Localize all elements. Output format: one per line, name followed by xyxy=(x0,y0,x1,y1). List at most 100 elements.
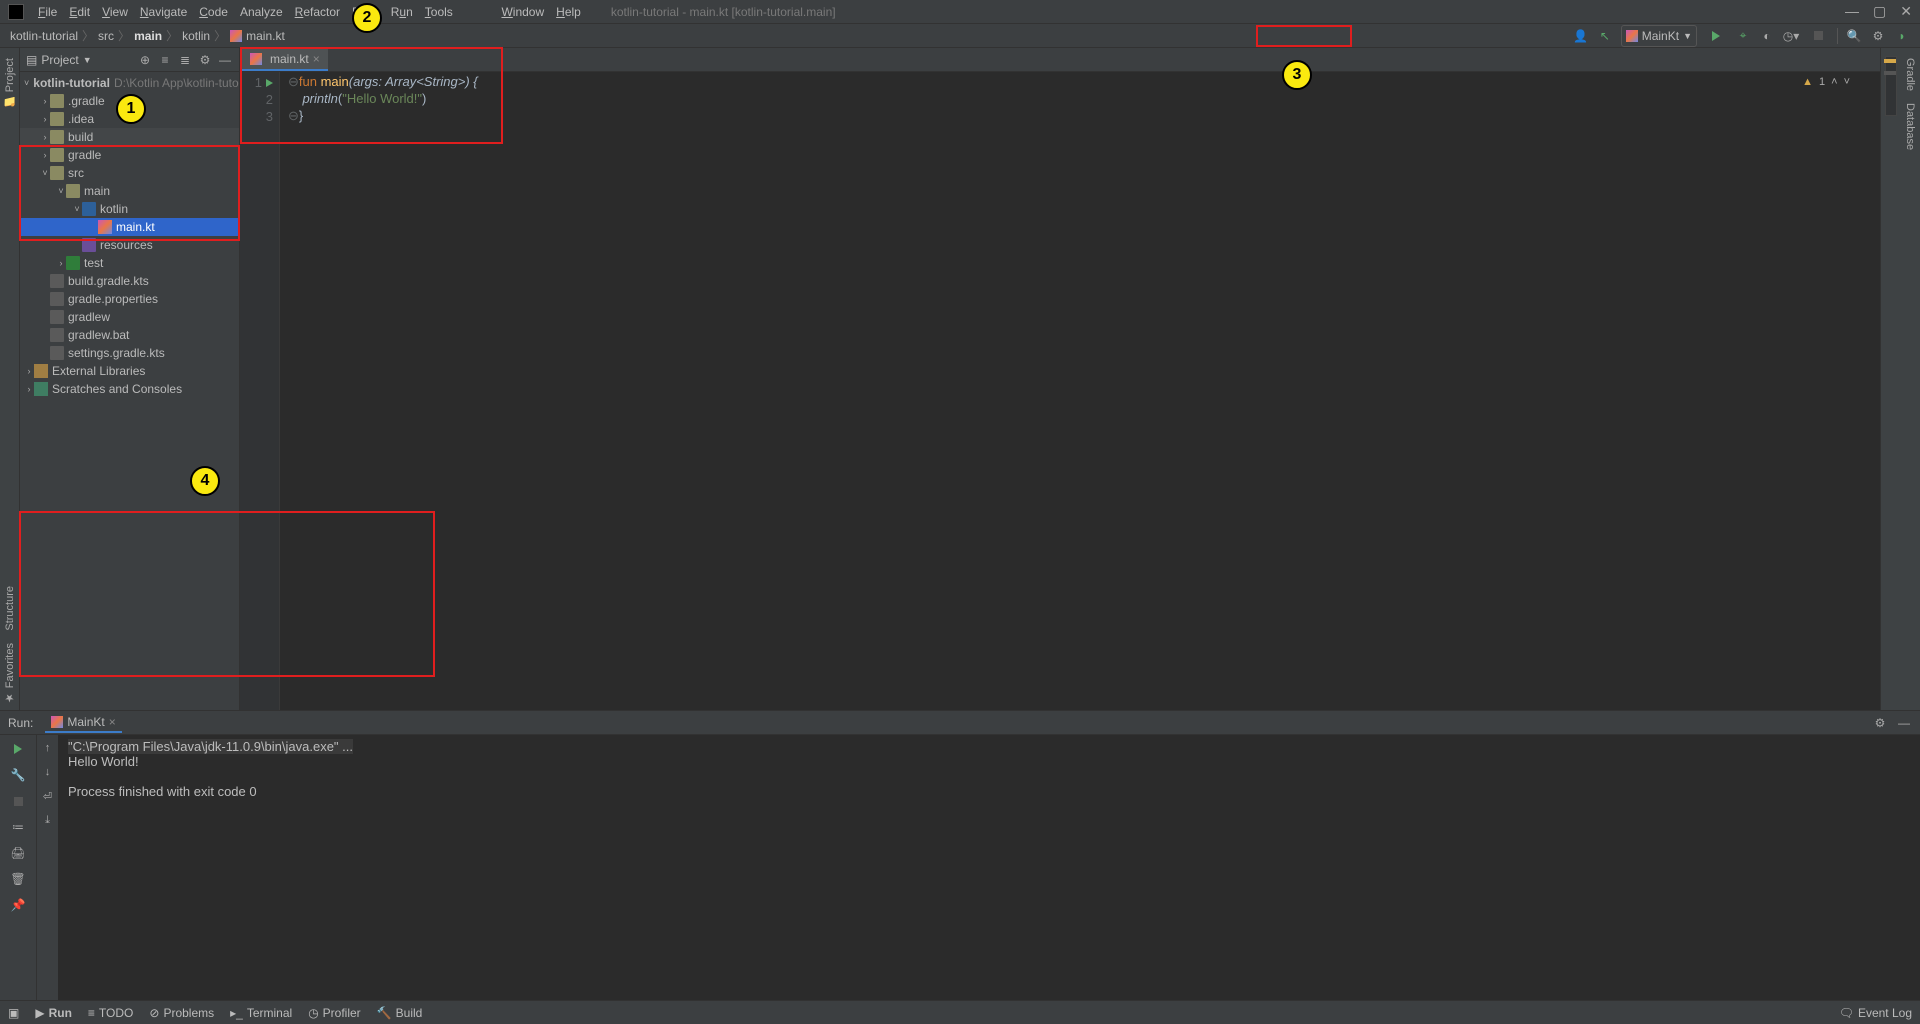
scratches-icon xyxy=(34,382,48,396)
wrap-icon[interactable]: ⏎ xyxy=(39,787,57,805)
notification-shield-icon[interactable]: ◗ xyxy=(1894,28,1910,44)
tree-extlib[interactable]: ›External Libraries xyxy=(20,362,239,380)
up-trace-icon[interactable]: ↑ xyxy=(39,739,57,757)
run-configuration-selector[interactable]: MainKt ▼ xyxy=(1621,25,1697,47)
tree-gradleprops[interactable]: gradle.properties xyxy=(20,290,239,308)
tree-gradlewbat[interactable]: gradlew.bat xyxy=(20,326,239,344)
tree-src[interactable]: ˅src xyxy=(20,164,239,182)
code-area[interactable]: ⊖fun main(args: Array<String>) { println… xyxy=(280,72,478,710)
tool-window-quick-access[interactable]: ▣ xyxy=(8,1006,19,1020)
close-icon[interactable]: ✕ xyxy=(1900,3,1912,20)
run-tab-mainkt[interactable]: MainKt × xyxy=(45,713,121,733)
sb-build[interactable]: 🔨 Build xyxy=(377,1006,423,1020)
menu-help[interactable]: Help xyxy=(550,5,587,19)
debug-button[interactable]: ⌖ xyxy=(1735,28,1751,44)
menu-refactor[interactable]: Refactor xyxy=(289,5,346,19)
sb-problems[interactable]: ⊘ Problems xyxy=(149,1006,214,1020)
run-exit-line: Process finished with exit code 0 xyxy=(68,784,1910,799)
coverage-button[interactable]: ◐ xyxy=(1759,28,1775,44)
tree-resources[interactable]: resources xyxy=(20,236,239,254)
editor-area: main.kt × 1 2 3 ⊖fun main(args: Array<St… xyxy=(240,48,1880,710)
layout-icon[interactable]: ≔ xyxy=(8,817,28,837)
inspection-widget[interactable]: ▲1 ˄ ˅ xyxy=(1802,76,1850,88)
editor-body[interactable]: 1 2 3 ⊖fun main(args: Array<String>) { p… xyxy=(240,72,1880,710)
maximize-icon[interactable]: ▢ xyxy=(1873,3,1886,20)
search-everywhere-icon[interactable]: 🔍 xyxy=(1846,28,1862,44)
close-run-tab-icon[interactable]: × xyxy=(109,715,116,729)
menu-code[interactable]: Code xyxy=(193,5,234,19)
down-trace-icon[interactable]: ↓ xyxy=(39,763,57,781)
pin-icon[interactable]: 📌 xyxy=(8,895,28,915)
minimize-icon[interactable]: — xyxy=(1845,3,1859,20)
collapse-all-icon[interactable]: ≣ xyxy=(177,52,193,68)
scroll-end-icon[interactable]: ⤓ xyxy=(39,811,57,829)
chevron-down-icon[interactable]: ▼ xyxy=(83,55,92,65)
project-view-label[interactable]: Project xyxy=(41,53,78,67)
panel-settings-icon[interactable]: ⚙ xyxy=(197,52,213,68)
hide-run-icon[interactable]: — xyxy=(1896,715,1912,731)
tree-gradlew[interactable]: gradlew xyxy=(20,308,239,326)
prev-highlight-icon[interactable]: ˄ xyxy=(1831,76,1837,88)
tree-root[interactable]: ˅kotlin-tutorial D:\Kotlin App\kotlin-tu… xyxy=(20,74,239,92)
run-console[interactable]: "C:\Program Files\Java\jdk-11.0.9\bin\ja… xyxy=(58,735,1920,1000)
menu-edit[interactable]: Edit xyxy=(63,5,96,19)
sb-profiler[interactable]: ◷ Profiler xyxy=(308,1006,361,1020)
rerun-button[interactable] xyxy=(8,739,28,759)
tree-settings[interactable]: settings.gradle.kts xyxy=(20,344,239,362)
add-user-icon[interactable]: 👤 xyxy=(1573,28,1589,44)
menu-file[interactable]: FFileile xyxy=(32,5,63,19)
sb-todo[interactable]: ≡ TODO xyxy=(88,1006,133,1020)
sb-run[interactable]: ▶ Run xyxy=(35,1006,72,1020)
stop-run-button[interactable] xyxy=(8,791,28,811)
structure-tool-button[interactable]: Structure xyxy=(4,580,16,637)
gradle-tool-button[interactable]: Gradle xyxy=(1904,52,1916,97)
right-tool-gutter xyxy=(1880,48,1900,710)
crumb-src[interactable]: src xyxy=(98,29,114,43)
close-tab-icon[interactable]: × xyxy=(313,52,320,66)
menu-view[interactable]: View xyxy=(96,5,134,19)
error-stripe[interactable] xyxy=(1885,56,1897,116)
delete-icon[interactable]: 🗑 xyxy=(8,869,28,889)
tree-mainkt[interactable]: main.kt xyxy=(20,218,239,236)
stop-button[interactable] xyxy=(1807,25,1829,47)
tree-gradle[interactable]: ›gradle xyxy=(20,146,239,164)
run-button[interactable] xyxy=(1705,25,1727,47)
next-highlight-icon[interactable]: ˅ xyxy=(1844,76,1850,88)
properties-file-icon xyxy=(50,292,64,306)
attach-debugger-icon[interactable]: 🔧 xyxy=(8,765,28,785)
menu-window[interactable]: Window xyxy=(495,5,550,19)
hide-panel-icon[interactable]: — xyxy=(217,52,233,68)
menu-tools[interactable]: Tools xyxy=(419,5,459,19)
file-icon xyxy=(50,310,64,324)
run-settings-icon[interactable]: ⚙ xyxy=(1872,715,1888,731)
tree-main[interactable]: ˅main xyxy=(20,182,239,200)
crumb-kotlin[interactable]: kotlin xyxy=(182,29,210,43)
menu-navigate[interactable]: Navigate xyxy=(134,5,193,19)
menu-analyze[interactable]: Analyze xyxy=(234,5,289,19)
tree-build[interactable]: ›build xyxy=(20,128,239,146)
crumb-project[interactable]: kotlin-tutorial xyxy=(10,29,78,43)
editor-tab-mainkt[interactable]: main.kt × xyxy=(242,49,328,71)
print-icon[interactable]: 🖨 xyxy=(8,843,28,863)
tree-scratches[interactable]: ›Scratches and Consoles xyxy=(20,380,239,398)
tree-test[interactable]: ›test xyxy=(20,254,239,272)
crumb-main[interactable]: main xyxy=(134,29,162,43)
sb-eventlog[interactable]: 🗨 Event Log xyxy=(1839,1006,1912,1020)
gutter-run-icon[interactable] xyxy=(266,79,273,87)
sb-terminal[interactable]: ▸_ Terminal xyxy=(230,1006,292,1020)
database-tool-button[interactable]: Database xyxy=(1904,97,1916,156)
settings-icon[interactable]: ⚙ xyxy=(1870,28,1886,44)
project-tool-button[interactable]: 📁 Project xyxy=(3,52,17,114)
profile-button[interactable]: ◷▾ xyxy=(1783,28,1799,44)
locate-icon[interactable]: ⊕ xyxy=(137,52,153,68)
menu-run[interactable]: Run xyxy=(385,5,419,19)
kotlin-file-icon xyxy=(250,53,262,65)
crumb-file[interactable]: main.kt xyxy=(246,29,285,43)
window-title: kotlin-tutorial - main.kt [kotlin-tutori… xyxy=(611,5,836,19)
back-build-icon[interactable]: ↖ xyxy=(1597,28,1613,44)
expand-all-icon[interactable]: ≡ xyxy=(157,52,173,68)
tree-buildkts[interactable]: build.gradle.kts xyxy=(20,272,239,290)
favorites-tool-button[interactable]: ★ Favorites xyxy=(3,637,16,710)
run-command-line: "C:\Program Files\Java\jdk-11.0.9\bin\ja… xyxy=(68,739,353,754)
tree-kotlin[interactable]: ˅kotlin xyxy=(20,200,239,218)
